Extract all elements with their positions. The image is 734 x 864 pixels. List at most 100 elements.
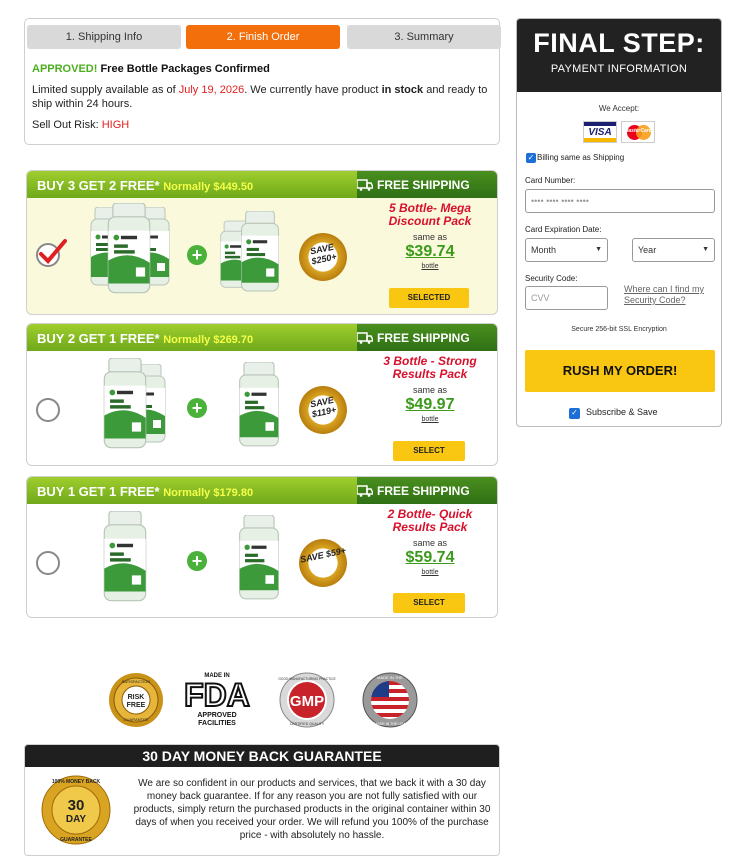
truck-icon	[357, 179, 373, 191]
package-2-bottle[interactable]: BUY 1 GET 1 FREE* Normally $179.80 FREE …	[26, 476, 498, 618]
bottle-image	[105, 203, 153, 295]
package-name: 2 Bottle- Quick Results Pack	[387, 507, 473, 534]
select-package-button[interactable]: SELECT PACKAGE	[393, 593, 465, 613]
same-as-text: same as	[412, 538, 447, 548]
checkout-steps: 1. Shipping Info 2. Finish Order 3. Summ…	[27, 25, 501, 49]
price-per-bottle: $39.74	[405, 243, 455, 260]
guarantee-seal-icon: 30 DAY 100% MONEY BACK GUARANTEE	[41, 775, 111, 845]
risk-label: Sell Out Risk:	[32, 119, 102, 131]
mastercard-icon: MasterCard	[621, 121, 655, 143]
seal-top: 100% MONEY BACK	[52, 779, 101, 785]
payment-subtitle: PAYMENT INFORMATION	[550, 63, 688, 75]
cvv-input[interactable]: CVV	[525, 286, 608, 310]
step-finish-order[interactable]: 2. Finish Order	[186, 25, 340, 49]
select-package-button[interactable]: SELECT PACKAGE	[393, 441, 465, 461]
normal-price: Normally $449.50	[163, 181, 254, 193]
price-per-bottle: $59.74	[405, 549, 455, 566]
supply-message: Limited supply available as of July 19, …	[32, 83, 498, 111]
mastercard-text: MasterCard	[624, 128, 652, 134]
package-radio[interactable]	[36, 398, 60, 422]
bottle-image	[101, 511, 149, 603]
usa-top-text: MADE IN THE	[377, 675, 403, 680]
usa-bottom-text: MADE IN THE USA	[374, 722, 406, 726]
free-shipping-banner: FREE SHIPPING	[357, 324, 497, 351]
price-unit: bottle	[421, 569, 439, 576]
order-status-box: 1. Shipping Info 2. Finish Order 3. Summ…	[24, 18, 501, 145]
bottle-image	[101, 358, 149, 450]
price-unit: bottle	[421, 416, 439, 423]
normal-price: Normally $269.70	[163, 334, 254, 346]
free-shipping-text: FREE SHIPPING	[377, 178, 470, 192]
step-summary[interactable]: 3. Summary	[347, 25, 501, 49]
billing-same-label: Billing same as Shipping	[537, 153, 625, 162]
security-code-help-link[interactable]: Where can I find my Security Code?	[624, 284, 719, 306]
save-text: SAVE $250+	[309, 241, 338, 267]
save-text: SAVE $59+	[299, 545, 347, 565]
card-number-label: Card Number:	[525, 176, 576, 185]
risk-seal-text-2: FREE	[127, 702, 146, 709]
offer-details: 5 Bottle- Mega Discount Pack same as $39…	[375, 201, 485, 271]
same-as-text: same as	[412, 232, 447, 242]
in-stock-text: in stock	[381, 84, 424, 96]
product-bottles-1	[101, 511, 157, 603]
final-step-title: FINAL STEP:	[533, 28, 705, 58]
payment-header: FINAL STEP: PAYMENT INFORMATION	[517, 19, 721, 92]
package-header: BUY 3 GET 2 FREE* Normally $449.50 FREE …	[27, 171, 497, 198]
billing-same-checkbox[interactable]: ✓	[526, 153, 536, 163]
guarantee-title: 30 DAY MONEY BACK GUARANTEE	[25, 745, 499, 767]
risk-free-seal: RISK FREE SATISFACTION GUARANTEE	[109, 673, 163, 727]
gmp-bottom-text: CERTIFIED QUALITY	[290, 722, 325, 726]
sell-out-risk: Sell Out Risk: HIGH	[32, 119, 129, 131]
rush-my-order-button[interactable]: RUSH MY ORDER!	[525, 350, 715, 392]
free-shipping-banner: FREE SHIPPING	[357, 171, 497, 198]
truck-icon	[357, 485, 373, 497]
package-3-bottle[interactable]: BUY 2 GET 1 FREE* Normally $269.70 FREE …	[26, 323, 498, 466]
month-select[interactable]: Month ▼	[525, 238, 608, 262]
card-number-input[interactable]: •••• •••• •••• ••••	[525, 189, 715, 213]
product-bottles-2	[219, 211, 289, 296]
package-name: 5 Bottle- Mega Discount Pack	[388, 201, 472, 228]
package-deal: BUY 3 GET 2 FREE* Normally $449.50	[37, 178, 253, 193]
year-select[interactable]: Year ▼	[632, 238, 715, 262]
supply-date: July 19, 2026	[178, 84, 245, 96]
money-back-guarantee: 30 DAY MONEY BACK GUARANTEE 30 DAY 100% …	[24, 744, 500, 856]
product-bottles-2	[97, 358, 177, 450]
deal-text: BUY 2 GET 1 FREE*	[37, 331, 160, 346]
free-shipping-text: FREE SHIPPING	[377, 331, 470, 345]
seal-day: DAY	[66, 814, 87, 825]
free-shipping-text: FREE SHIPPING	[377, 484, 470, 498]
free-shipping-banner: FREE SHIPPING	[357, 477, 497, 504]
product-bottles-3	[89, 203, 179, 295]
subscribe-label: Subscribe & Save	[586, 407, 658, 417]
package-name: 3 Bottle - Strong Results Pack	[383, 354, 477, 381]
step-shipping-info[interactable]: 1. Shipping Info	[27, 25, 181, 49]
checkmark-icon[interactable]	[35, 237, 67, 269]
product-bottles-1	[237, 515, 287, 603]
gmp-top-text: GOOD MANUFACTURING PRACTICE	[278, 677, 336, 681]
plus-icon: +	[187, 245, 207, 265]
same-as-text: same as	[412, 385, 447, 395]
truck-icon	[357, 332, 373, 344]
package-radio[interactable]	[36, 551, 60, 575]
visa-text: VISA	[588, 127, 612, 138]
risk-seal-text-3: GUARANTEE	[124, 717, 149, 722]
plus-icon: +	[187, 551, 207, 571]
risk-value: HIGH	[101, 119, 130, 131]
year-value: Year	[638, 245, 657, 255]
save-badge: SAVE $250+	[299, 233, 347, 281]
plus-icon: +	[187, 398, 207, 418]
offer-details: 2 Bottle- Quick Results Pack same as $59…	[375, 507, 485, 577]
selected-package-button[interactable]: SELECTED PACKAGE	[389, 288, 469, 314]
subscribe-checkbox[interactable]: ✓	[569, 408, 580, 419]
package-5-bottle[interactable]: BUY 3 GET 2 FREE* Normally $449.50 FREE …	[26, 170, 498, 315]
save-text: SAVE $119+	[309, 394, 338, 420]
price-unit: bottle	[421, 263, 439, 270]
expiration-label: Card Expiration Date:	[525, 225, 602, 234]
chevron-down-icon: ▼	[702, 246, 709, 253]
fda-facilities: FACILITIES	[198, 720, 236, 727]
month-value: Month	[531, 245, 557, 255]
fda-approved: APPROVED	[197, 712, 236, 719]
deal-text: BUY 3 GET 2 FREE*	[37, 178, 160, 193]
package-header: BUY 1 GET 1 FREE* Normally $179.80 FREE …	[27, 477, 497, 504]
chevron-down-icon: ▼	[595, 246, 602, 253]
